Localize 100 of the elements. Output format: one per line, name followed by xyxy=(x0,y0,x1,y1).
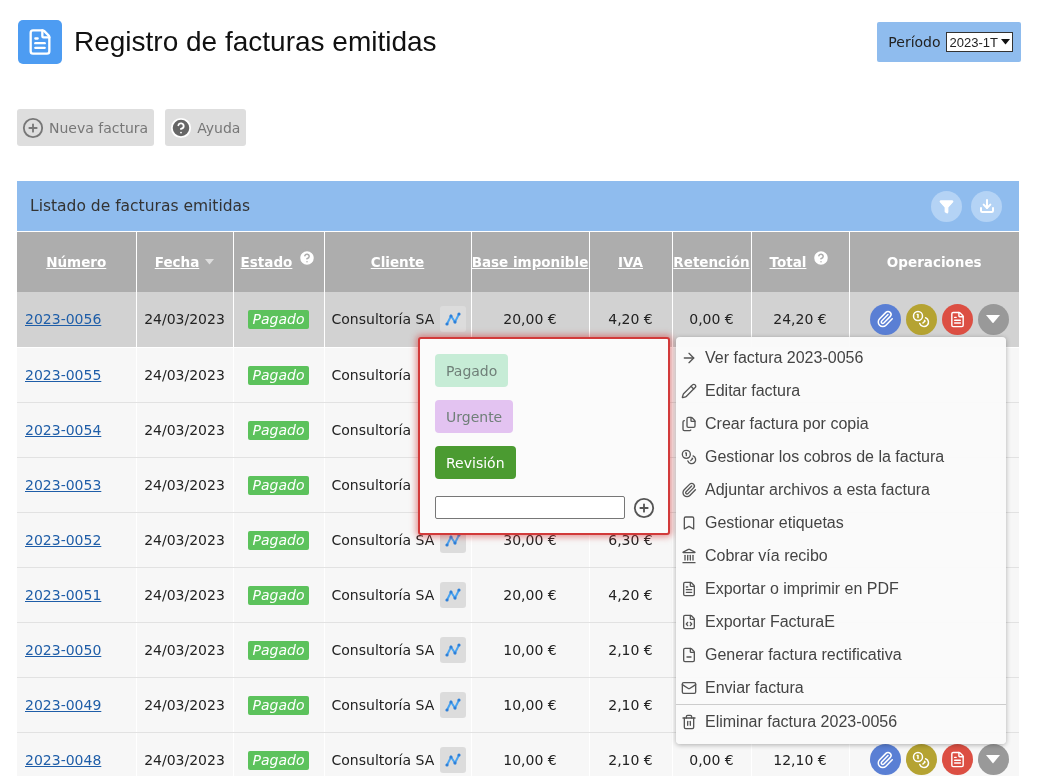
more-button[interactable] xyxy=(977,303,1009,335)
client-cell: Consultoría SA xyxy=(331,696,435,713)
copy-icon xyxy=(681,415,697,432)
chart-button[interactable] xyxy=(440,691,467,718)
invoice-number-link[interactable]: 2023-0056 xyxy=(25,311,102,328)
menu-item[interactable]: Eliminar factura 2023-0056 xyxy=(676,704,1006,738)
amount-cell: 4,20 € xyxy=(608,311,653,328)
pdf-button[interactable] xyxy=(941,303,973,335)
caret-icon xyxy=(1001,39,1010,45)
help-icon xyxy=(170,116,193,139)
amount-cell: 2,10 € xyxy=(608,751,653,768)
paperclip-icon xyxy=(681,481,697,498)
date-cell: 24/03/2023 xyxy=(144,696,225,713)
filter-icon xyxy=(939,198,954,214)
invoice-number-link[interactable]: 2023-0050 xyxy=(25,641,102,658)
date-cell: 24/03/2023 xyxy=(144,586,225,603)
chart-button[interactable] xyxy=(440,636,467,663)
chart-button[interactable] xyxy=(440,306,467,333)
tag-button[interactable]: Pagado xyxy=(435,354,509,387)
more-button[interactable] xyxy=(977,744,1009,775)
status-badge: Pagado xyxy=(247,365,310,385)
menu-item[interactable]: Crear factura por copia xyxy=(676,407,1006,440)
status-badge: Pagado xyxy=(247,530,310,550)
paperclip-icon xyxy=(876,310,895,329)
invoice-number-link[interactable]: 2023-0051 xyxy=(25,586,102,603)
invoice-number-link[interactable]: 2023-0049 xyxy=(25,696,102,713)
invoice-number-link[interactable]: 2023-0052 xyxy=(25,531,102,548)
amount-cell: 2,10 € xyxy=(608,641,653,658)
period-label: Período xyxy=(888,34,941,50)
client-cell: Consultoría SA xyxy=(331,751,435,768)
payments-button[interactable] xyxy=(905,303,937,335)
menu-item[interactable]: Generar factura rectificativa xyxy=(676,638,1006,671)
trash-icon xyxy=(681,713,697,730)
help-icon xyxy=(298,249,317,267)
amount-cell: 0,00 € xyxy=(689,751,734,768)
date-cell: 24/03/2023 xyxy=(144,531,225,548)
date-cell: 24/03/2023 xyxy=(144,751,225,768)
client-cell: Consultoría SA xyxy=(331,641,435,658)
chart-button[interactable] xyxy=(440,746,467,773)
date-cell: 24/03/2023 xyxy=(144,641,225,658)
chart-button[interactable] xyxy=(440,581,467,608)
filter-button[interactable] xyxy=(931,190,962,222)
document-icon xyxy=(948,751,966,768)
new-tag-field[interactable] xyxy=(435,496,625,519)
pdf-button[interactable] xyxy=(941,744,973,775)
status-badge: Pagado xyxy=(247,695,310,715)
invoice-number-link[interactable]: 2023-0048 xyxy=(25,751,102,768)
date-cell: 24/03/2023 xyxy=(144,421,225,438)
download-icon xyxy=(978,198,995,214)
code-file-icon xyxy=(681,613,697,630)
panel-title: Listado de facturas emitidas xyxy=(30,197,251,215)
attach-button[interactable] xyxy=(869,303,901,335)
coins-icon xyxy=(681,448,697,465)
menu-item[interactable]: Editar factura xyxy=(676,374,1006,407)
amount-cell: 30,00 € xyxy=(503,531,557,548)
amount-cell: 4,20 € xyxy=(608,586,653,603)
menu-item[interactable]: Adjuntar archivos a esta factura xyxy=(676,473,1006,506)
invoice-number-link[interactable]: 2023-0053 xyxy=(25,476,102,493)
caret-icon xyxy=(986,755,1001,764)
add-icon xyxy=(22,116,44,139)
client-cell: Consultoría xyxy=(331,366,412,383)
period-select[interactable]: 2023-1T xyxy=(945,32,1013,52)
menu-item[interactable]: Exportar o imprimir en PDF xyxy=(676,572,1006,605)
status-badge: Pagado xyxy=(247,585,310,605)
amount-cell: 10,00 € xyxy=(503,641,557,658)
client-cell: Consultoría xyxy=(331,476,412,493)
paperclip-icon xyxy=(876,750,895,769)
amount-cell: 24,20 € xyxy=(773,311,827,328)
caret-icon xyxy=(986,315,1001,324)
page-title: Registro de facturas emitidas xyxy=(74,26,437,58)
help-icon xyxy=(812,249,831,267)
attach-button[interactable] xyxy=(869,744,901,775)
amount-cell: 12,10 € xyxy=(773,751,827,768)
amount-cell: 10,00 € xyxy=(503,696,557,713)
amount-cell: 20,00 € xyxy=(503,311,557,328)
coins-icon xyxy=(912,750,931,769)
client-cell: Consultoría SA xyxy=(331,531,435,548)
amount-cell: 20,00 € xyxy=(503,586,557,603)
invoice-number-link[interactable]: 2023-0055 xyxy=(25,366,102,383)
amount-cell: 10,00 € xyxy=(503,751,557,768)
sort-caret-icon xyxy=(205,259,215,265)
date-cell: 24/03/2023 xyxy=(144,476,225,493)
download-button[interactable] xyxy=(971,190,1002,222)
add-icon xyxy=(633,496,655,519)
date-cell: 24/03/2023 xyxy=(144,311,225,328)
payments-button[interactable] xyxy=(905,744,937,775)
line-chart-icon xyxy=(445,642,462,657)
menu-item[interactable]: Gestionar los cobros de la factura xyxy=(676,440,1006,473)
bank-icon xyxy=(681,547,697,564)
line-chart-icon xyxy=(445,312,462,327)
line-chart-icon xyxy=(445,752,462,767)
coins-icon xyxy=(912,310,931,329)
add-tag-button[interactable] xyxy=(633,496,655,519)
amount-cell: 6,30 € xyxy=(608,531,653,548)
client-cell: Consultoría SA xyxy=(331,311,435,328)
bookmark-icon xyxy=(681,514,697,531)
status-badge: Pagado xyxy=(247,475,310,495)
tag-button[interactable]: Revisión xyxy=(435,446,516,479)
pencil-icon xyxy=(681,382,697,399)
invoice-number-link[interactable]: 2023-0054 xyxy=(25,421,102,438)
